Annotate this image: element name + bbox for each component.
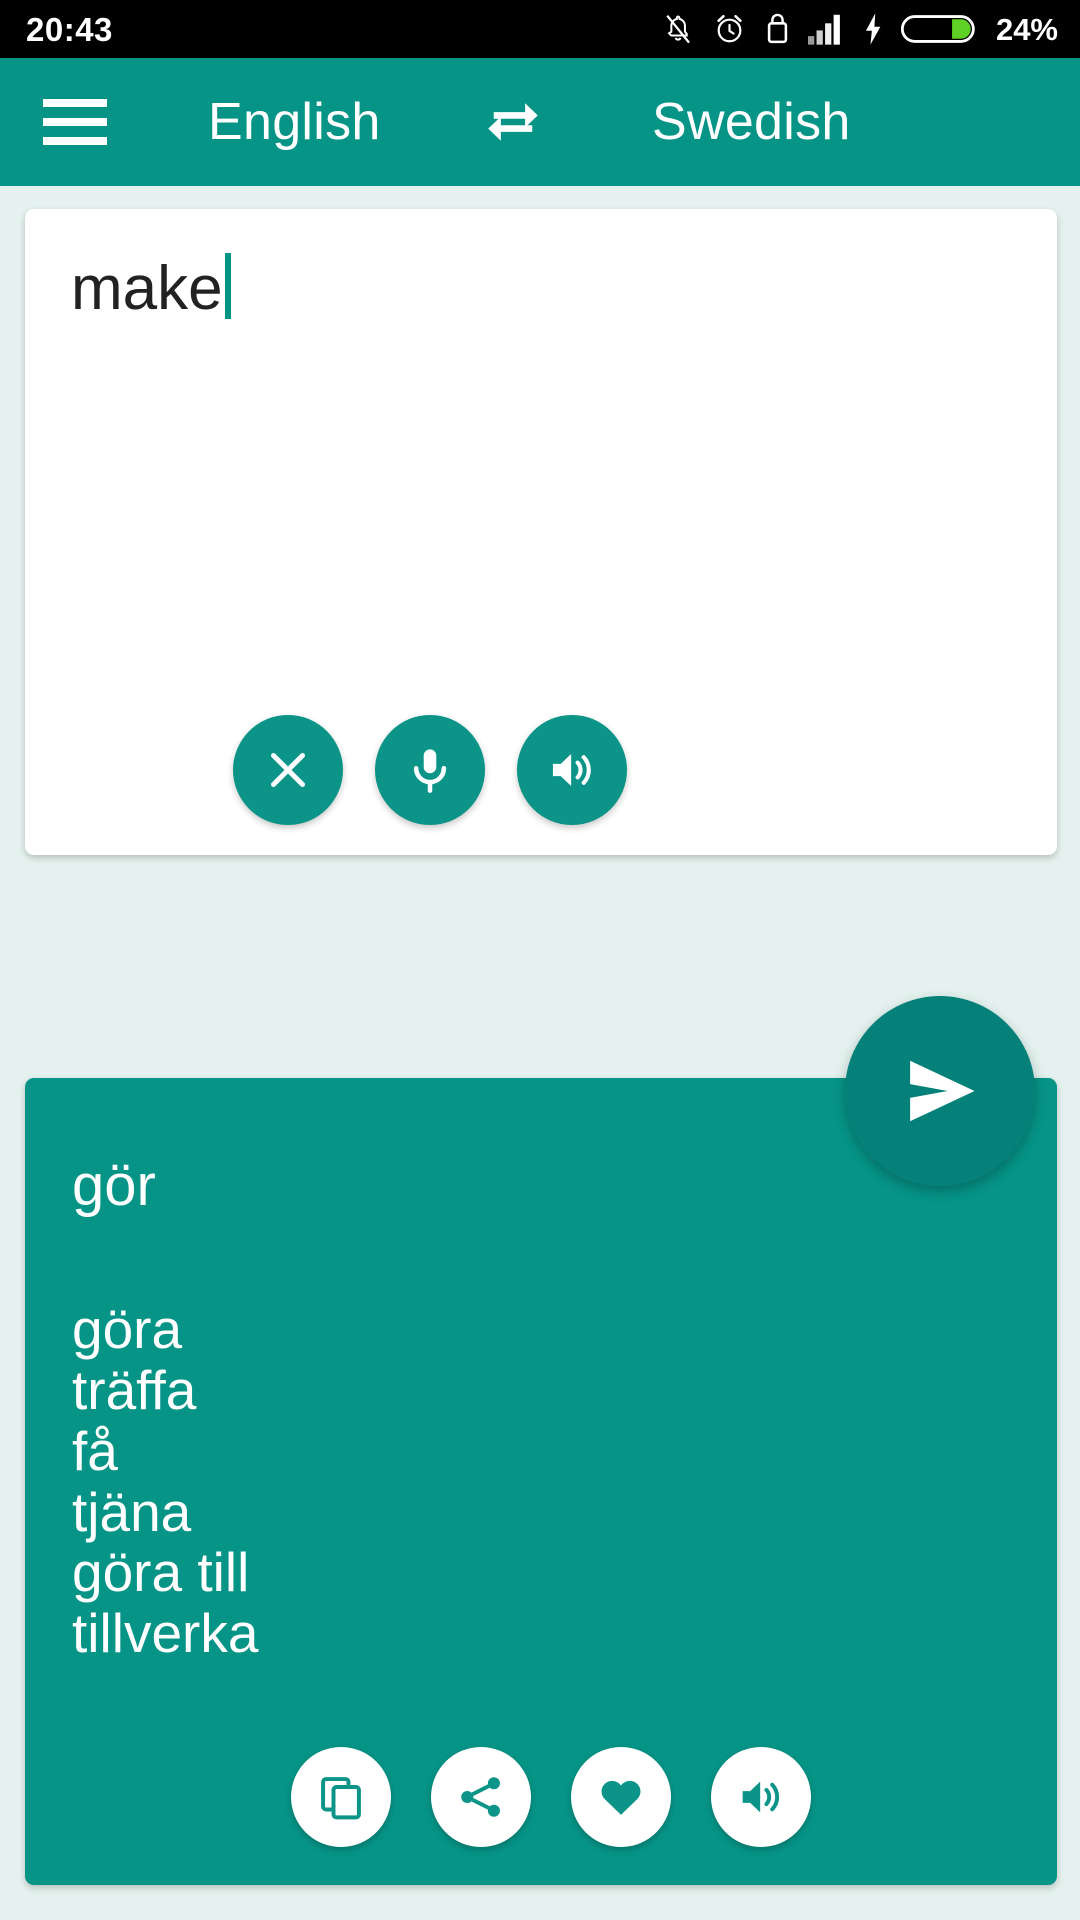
hamburger-bar [43, 137, 107, 145]
swap-languages-button[interactable] [478, 87, 548, 157]
list-item[interactable]: tillverka [72, 1604, 1017, 1663]
list-item[interactable]: tjäna [72, 1482, 1017, 1542]
speak-source-button[interactable] [517, 715, 627, 825]
share-icon [461, 1777, 500, 1817]
list-item[interactable]: få [72, 1421, 1017, 1481]
battery-percentage: 24% [995, 11, 1058, 47]
source-text-input[interactable]: make [71, 243, 1017, 323]
signal-bars-icon [807, 14, 840, 45]
source-action-bar [25, 715, 1057, 825]
alarm-icon [717, 15, 742, 43]
app-bar: English Swedish [0, 58, 1080, 186]
send-arrow-icon [910, 1060, 975, 1122]
status-bar-clock: 20:43 [26, 10, 113, 48]
speaker-icon [742, 1781, 780, 1813]
charging-bolt-icon [865, 13, 881, 45]
app-screen: 20:43 24% English Swedish make gör göra … [0, 0, 1080, 1920]
status-bar: 20:43 24% [0, 0, 1080, 58]
favorite-button[interactable] [571, 1747, 671, 1847]
clear-button[interactable] [233, 715, 343, 825]
status-bar-icons: 24% [661, 11, 1058, 47]
hamburger-menu-icon[interactable] [43, 99, 107, 145]
list-item[interactable]: träffa [72, 1360, 1017, 1420]
source-language-selector[interactable]: English [208, 92, 381, 152]
battery-icon [900, 15, 975, 43]
copy-icon [321, 1777, 361, 1820]
notifications-off-icon [666, 14, 690, 44]
speak-result-button[interactable] [711, 1747, 811, 1847]
translation-result-card: gör göra träffa få tjäna göra till tillv… [25, 1078, 1057, 1885]
heart-icon [601, 1780, 641, 1815]
result-action-bar [25, 1747, 1057, 1847]
primary-translation: gör [72, 1153, 156, 1218]
swap-languages-icon [488, 103, 538, 141]
alternative-translations-list: göra träffa få tjäna göra till tillverka [72, 1300, 1017, 1665]
hamburger-bar [43, 99, 107, 107]
list-item[interactable]: göra [72, 1300, 1017, 1359]
hamburger-bar [43, 118, 107, 126]
usb-lock-icon [767, 13, 788, 44]
microphone-icon [413, 749, 447, 793]
speaker-icon [552, 753, 591, 787]
list-item[interactable]: göra till [72, 1543, 1017, 1602]
close-x-icon [270, 752, 306, 788]
text-caret [224, 253, 231, 319]
share-button[interactable] [431, 1747, 531, 1847]
send-translate-button[interactable] [845, 996, 1035, 1186]
source-text-card: make [25, 209, 1057, 855]
target-language-selector[interactable]: Swedish [652, 92, 851, 152]
source-text-value: make [71, 254, 223, 323]
copy-button[interactable] [291, 1747, 391, 1847]
microphone-button[interactable] [375, 715, 485, 825]
